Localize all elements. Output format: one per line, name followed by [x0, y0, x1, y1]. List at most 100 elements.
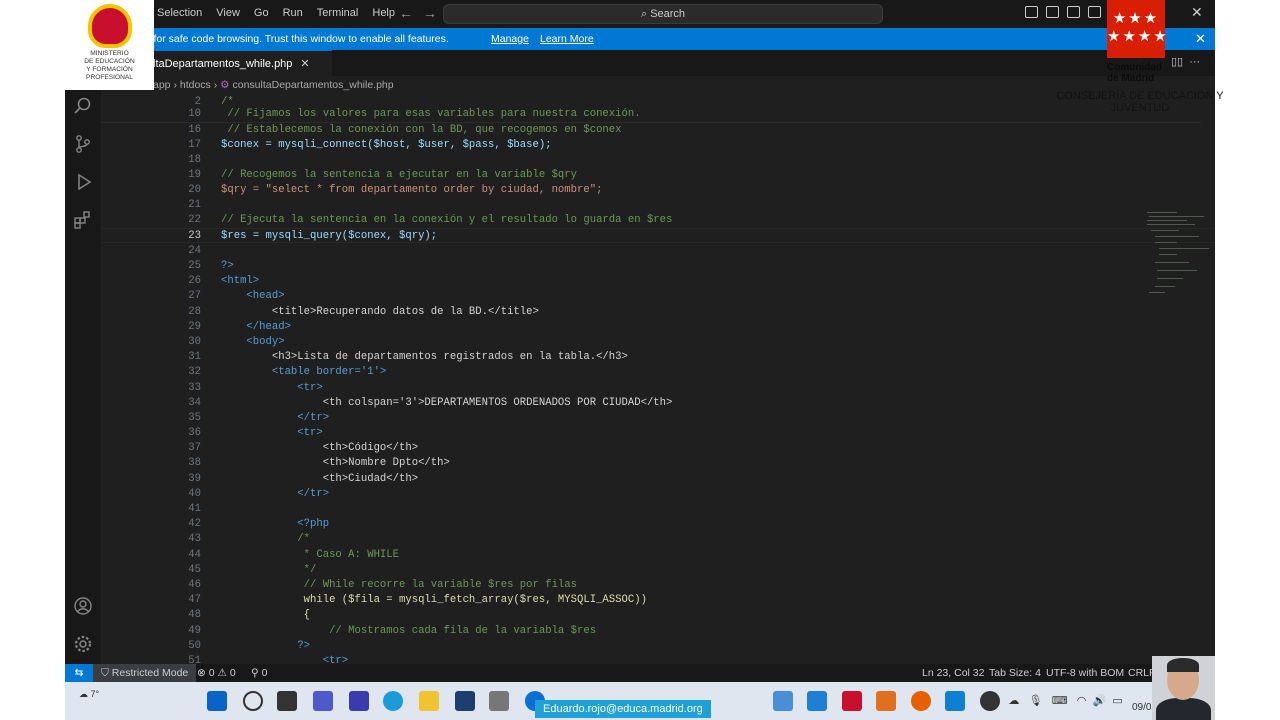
line-number-active: 23 — [188, 230, 201, 242]
line-number: 28 — [188, 306, 201, 318]
spain-crest-icon — [87, 4, 132, 48]
microphone-icon[interactable]: 🎙 — [1029, 695, 1043, 707]
file-encoding[interactable]: UTF-8 with BOM — [1046, 664, 1124, 682]
remote-indicator-icon[interactable]: ⇆ — [65, 664, 93, 682]
forward-arrow-icon[interactable]: → — [423, 5, 437, 21]
line-number: 25 — [188, 260, 201, 272]
code-line: * Caso A: WHILE — [221, 549, 400, 561]
code-line: /* — [221, 533, 311, 545]
line-number: 18 — [188, 154, 201, 166]
cursor-position[interactable]: Ln 23, Col 32 — [922, 664, 984, 682]
gear-icon[interactable] — [73, 634, 93, 654]
toggle-sidebar-icon[interactable] — [1025, 6, 1038, 18]
xampp-icon[interactable] — [876, 691, 896, 711]
warning-count: 0 — [229, 667, 236, 679]
banner-manage-link[interactable]: Manage — [491, 28, 529, 50]
code-line: <th>Código</th> — [221, 442, 419, 454]
antivirus-icon[interactable] — [842, 691, 862, 711]
command-center-search[interactable]: ⌕ Search — [443, 4, 883, 24]
ministerio-line: Y FORMACIÓN — [86, 66, 133, 73]
line-number: 42 — [188, 518, 201, 530]
line-number: 50 — [188, 640, 201, 652]
split-editor-icon[interactable]: ▯▯ — [1171, 56, 1183, 68]
breadcrumb-folder[interactable]: htdocs — [180, 79, 211, 91]
window-close-icon[interactable]: ✕ — [1191, 4, 1203, 21]
search-icon[interactable] — [73, 96, 93, 116]
tab-consulta-departamentos[interactable]: ltaDepartamentos_while.php ✕ — [153, 50, 332, 76]
ports-indicator[interactable]: ⚲ 0 — [251, 664, 267, 682]
teams-icon[interactable] — [313, 691, 333, 711]
breadcrumb: app › htdocs › ⚙ consultaDepartamentos_w… — [153, 79, 394, 91]
task-view-icon[interactable] — [277, 691, 297, 711]
chevron-up-icon[interactable]: ⌃ — [990, 695, 999, 707]
weather-icon: ☁ — [79, 689, 88, 699]
line-number: 17 — [188, 139, 201, 151]
customize-layout-icon[interactable] — [1088, 6, 1101, 18]
accounts-icon[interactable] — [73, 596, 93, 616]
menu-run[interactable]: Run — [283, 7, 303, 19]
weather-widget[interactable]: ☁ 7° — [79, 689, 99, 700]
source-control-icon[interactable] — [73, 134, 93, 154]
left-margin — [0, 0, 65, 720]
menu-help[interactable]: Help — [372, 7, 395, 19]
run-debug-icon[interactable] — [73, 172, 93, 192]
line-number: 39 — [188, 473, 201, 485]
minimap[interactable] — [1147, 212, 1215, 302]
battery-icon[interactable]: ▭ — [1112, 695, 1122, 707]
wifi-icon[interactable]: ◠ — [1077, 695, 1087, 707]
zoom-icon[interactable] — [349, 691, 369, 711]
breadcrumb-root[interactable]: app — [153, 79, 171, 91]
breadcrumb-file[interactable]: consultaDepartamentos_while.php — [233, 79, 394, 91]
windows-start-icon[interactable] — [207, 691, 227, 711]
menu-view[interactable]: View — [216, 7, 240, 19]
edge-icon[interactable] — [383, 691, 403, 711]
code-line: ?> — [221, 260, 234, 272]
menu-terminal[interactable]: Terminal — [317, 7, 359, 19]
toggle-panel-icon[interactable] — [1046, 6, 1059, 18]
store-icon[interactable] — [455, 691, 475, 711]
code-editor[interactable]: 2 10 16 17 18 19 20 21 22 23 24 25 26 27… — [101, 94, 1215, 667]
code-line: ?> — [221, 640, 311, 652]
line-number: 29 — [188, 321, 201, 333]
firefox-icon[interactable] — [911, 691, 931, 711]
taskbar-date[interactable]: 09/0 — [1132, 702, 1151, 713]
extensions-icon[interactable] — [73, 210, 93, 230]
code-line: <th>Nombre Dpto</th> — [221, 457, 450, 469]
code-line: // Mostramos cada fila de la variabla $r… — [221, 625, 597, 637]
system-tray[interactable]: ⌃ ☁ 🎙 ⌨ ◠ 🔊 ▭ — [990, 694, 1123, 707]
presenter-suit — [1156, 698, 1211, 720]
comunidad-line: de Madrid — [1107, 73, 1155, 84]
tab-size[interactable]: Tab Size: 4 — [989, 664, 1041, 682]
menu-selection[interactable]: Selection — [157, 7, 202, 19]
line-number: 27 — [188, 290, 201, 302]
line-number: 34 — [188, 397, 201, 409]
weather-temp: 7° — [90, 689, 100, 699]
line-number: 45 — [188, 564, 201, 576]
search-icon[interactable] — [243, 691, 263, 711]
photos-icon[interactable] — [773, 691, 793, 711]
line-number: 43 — [188, 533, 201, 545]
vscode-icon[interactable] — [945, 691, 965, 711]
problems-indicator[interactable]: ⊗ 0 ⚠ 0 — [197, 664, 236, 682]
volume-icon[interactable]: 🔊 — [1093, 695, 1107, 707]
file-explorer-icon[interactable] — [419, 691, 439, 711]
menu-go[interactable]: Go — [254, 7, 269, 19]
teams-alt-icon[interactable] — [807, 691, 827, 711]
cloud-icon[interactable]: ☁ — [1008, 695, 1019, 707]
restricted-mode-banner: e is intended for safe code browsing. Tr… — [65, 28, 1215, 50]
banner-learn-more-link[interactable]: Learn More — [540, 28, 594, 50]
tab-close-icon[interactable]: ✕ — [300, 58, 309, 70]
restricted-mode-indicator[interactable]: ⛉ Restricted Mode — [93, 664, 197, 682]
keyboard-icon[interactable]: ⌨ — [1052, 695, 1068, 707]
code-line: // Establecemos la conexión con la BD, q… — [221, 124, 622, 136]
menu-bar: Selection View Go Run Terminal Help — [157, 7, 409, 19]
editor-tab-bar: ltaDepartamentos_while.php ✕ ▯▯ ··· — [65, 50, 1215, 76]
ports-icon: ⚲ — [251, 667, 259, 679]
ports-count: 0 — [261, 667, 268, 679]
code-line-active: $res = mysqli_query($conex, $qry); — [221, 230, 438, 242]
more-actions-icon[interactable]: ··· — [1189, 56, 1200, 68]
calculator-icon[interactable] — [489, 691, 509, 711]
banner-close-icon[interactable]: ✕ — [1195, 28, 1206, 50]
back-arrow-icon[interactable]: ← — [399, 5, 413, 21]
toggle-secondary-sidebar-icon[interactable] — [1067, 6, 1080, 18]
